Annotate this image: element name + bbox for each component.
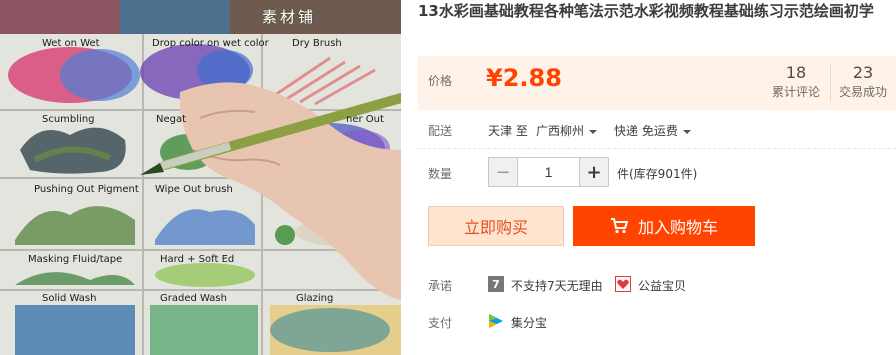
shipping-label: 配送	[428, 124, 453, 138]
review-stat[interactable]: 18 累计评论	[764, 62, 828, 100]
product-title: 13水彩画基础教程各种笔法示范水彩视频教程基础练习示范绘画初学	[418, 2, 874, 20]
swatch-label: Dry Brush	[292, 38, 342, 49]
swatch-label: Pushing Out Pigment	[34, 184, 139, 195]
quantity-stepper: − +	[488, 157, 609, 187]
no-return-policy: 不支持7天无理由	[511, 279, 603, 293]
charity-label[interactable]: 公益宝贝	[638, 277, 686, 294]
shipping-method: 快递 免运费	[614, 124, 678, 138]
swatch-label: Glazing	[296, 293, 334, 304]
price-box: 价格 ¥2.88 18 累计评论 23 交易成功	[418, 56, 896, 110]
swatch-label: Scumbling	[42, 114, 95, 125]
product-image: 素材铺 Wet on Wet Drop color on wet color D…	[0, 0, 401, 355]
review-label: 累计评论	[771, 85, 820, 99]
swatch-label: Negat	[156, 114, 187, 125]
swatch-label: Hard + Soft Ed	[160, 254, 235, 265]
swatch-label: Drop color on wet color	[152, 38, 269, 49]
buy-now-button[interactable]: 立即购买	[428, 206, 564, 246]
charity-heart-icon	[615, 276, 631, 292]
swatch-label: Masking Fluid/tape	[28, 254, 123, 265]
seven-day-icon: 7	[488, 276, 504, 292]
shipping-from: 天津 至	[488, 124, 528, 138]
swatch-label: Wipe Out brush	[155, 184, 233, 195]
sales-count: 23	[852, 63, 874, 82]
swatch-label: Wet on Wet	[42, 38, 100, 49]
swatch-label: Solid Wash	[42, 293, 97, 304]
stock-info: 件(库存901件)	[617, 167, 698, 181]
increase-button[interactable]: +	[580, 158, 608, 186]
payment-label: 支付	[428, 316, 453, 330]
quantity-label: 数量	[428, 167, 453, 181]
product-info-panel: 13水彩画基础教程各种笔法示范水彩视频教程基础练习示范绘画初学 价格 ¥2.88…	[418, 0, 896, 355]
promise-label: 承诺	[428, 279, 453, 293]
chevron-down-icon	[682, 129, 691, 134]
shipping-method-select[interactable]: 快递 免运费	[614, 122, 691, 139]
quantity-input[interactable]	[517, 158, 580, 186]
payment-method: 集分宝	[511, 316, 548, 330]
chevron-down-icon	[589, 129, 598, 134]
shipping-destination-select[interactable]: 广西柳州	[536, 122, 598, 139]
price-value: ¥2.88	[486, 64, 562, 92]
decrease-button[interactable]: −	[489, 158, 517, 186]
watermark-text: 素材铺	[262, 8, 317, 26]
add-to-cart-label: 加入购物车	[637, 218, 718, 237]
shipping-destination: 广西柳州	[536, 124, 585, 138]
sales-stat: 23 交易成功	[831, 62, 895, 100]
cart-icon	[610, 218, 628, 234]
price-label: 价格	[428, 74, 453, 88]
jifenbao-icon	[488, 313, 504, 329]
swatch-label: ner Out	[346, 114, 384, 125]
swatch-label: Graded Wash	[160, 293, 227, 304]
add-to-cart-button[interactable]: 加入购物车	[573, 206, 755, 246]
review-count: 18	[785, 63, 807, 82]
divider	[418, 148, 896, 149]
sales-label: 交易成功	[838, 85, 887, 99]
